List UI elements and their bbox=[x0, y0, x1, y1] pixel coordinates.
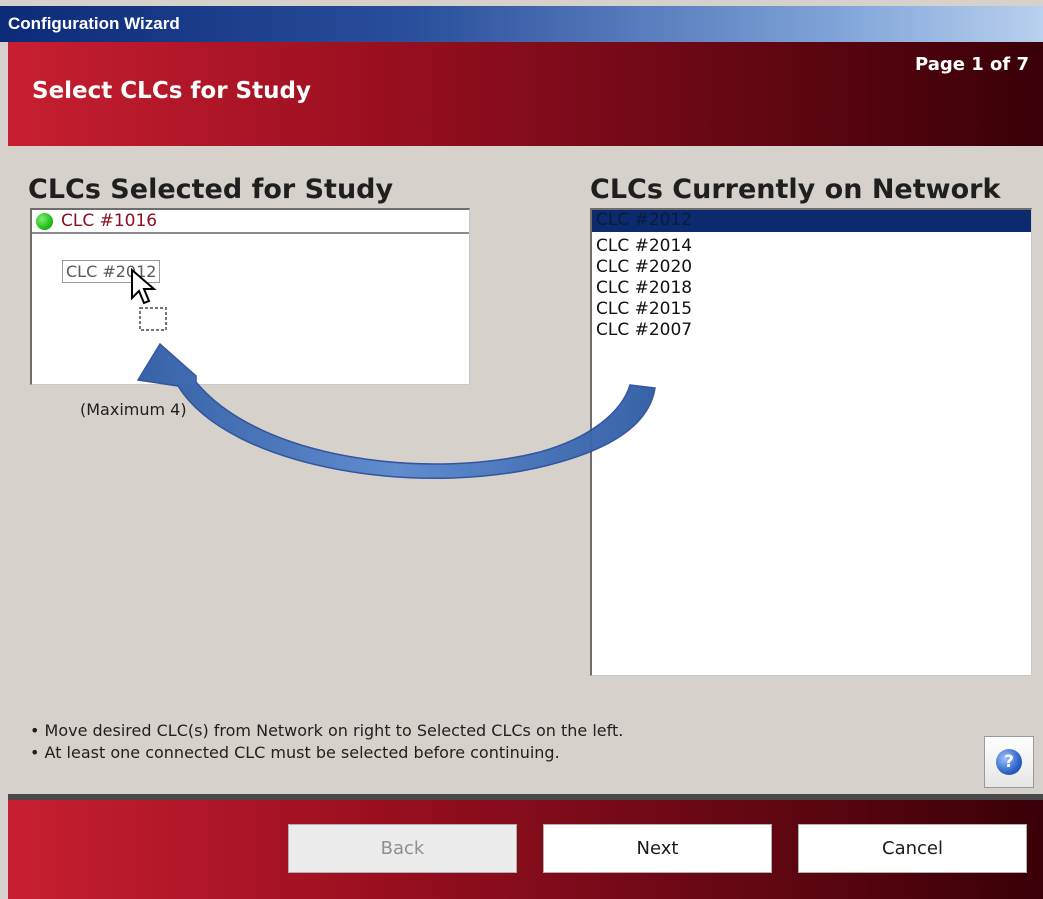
question-icon: ? bbox=[996, 749, 1022, 775]
cancel-button[interactable]: Cancel bbox=[798, 824, 1027, 873]
page-indicator: Page 1 of 7 bbox=[915, 54, 1029, 75]
list-item[interactable]: CLC #2020 bbox=[592, 257, 1031, 278]
network-panel-title: CLCs Currently on Network bbox=[590, 174, 1001, 205]
status-dot-icon bbox=[36, 212, 53, 230]
list-item[interactable]: CLC #1016 bbox=[32, 210, 469, 234]
maximum-note: (Maximum 4) bbox=[80, 400, 187, 419]
back-button[interactable]: Back bbox=[288, 824, 517, 873]
wizard-footer: Back Next Cancel bbox=[8, 800, 1043, 899]
list-item[interactable]: CLC #2015 bbox=[592, 299, 1031, 320]
instruction-line: • At least one connected CLC must be sel… bbox=[30, 743, 560, 762]
wizard-header: Select CLCs for Study Page 1 of 7 bbox=[8, 42, 1043, 146]
window-title: Configuration Wizard bbox=[8, 14, 180, 33]
instruction-line: • Move desired CLC(s) from Network on ri… bbox=[30, 721, 624, 740]
page-title: Select CLCs for Study bbox=[32, 78, 311, 104]
help-button[interactable]: ? bbox=[984, 736, 1034, 788]
list-item[interactable]: CLC #2014 bbox=[592, 236, 1031, 257]
next-button[interactable]: Next bbox=[543, 824, 772, 873]
selected-panel-title: CLCs Selected for Study bbox=[28, 174, 394, 205]
selected-clc-list[interactable]: CLC #1016 CLC #2012 bbox=[30, 208, 470, 385]
wizard-content: CLCs Selected for Study CLCs Currently o… bbox=[8, 146, 1043, 794]
instructions: • Move desired CLC(s) from Network on ri… bbox=[30, 720, 623, 764]
configuration-wizard-window: Configuration Wizard Select CLCs for Stu… bbox=[0, 0, 1043, 899]
list-item[interactable]: CLC #2012 bbox=[592, 210, 1031, 232]
selected-clc-label: CLC #1016 bbox=[61, 211, 158, 231]
network-clc-list[interactable]: CLC #2012 CLC #2014 CLC #2020 CLC #2018 … bbox=[590, 208, 1032, 676]
list-item[interactable]: CLC #2007 bbox=[592, 320, 1031, 341]
title-bar[interactable]: Configuration Wizard bbox=[0, 6, 1043, 42]
list-item[interactable]: CLC #2018 bbox=[592, 278, 1031, 299]
drag-cursor-icon bbox=[131, 268, 167, 331]
